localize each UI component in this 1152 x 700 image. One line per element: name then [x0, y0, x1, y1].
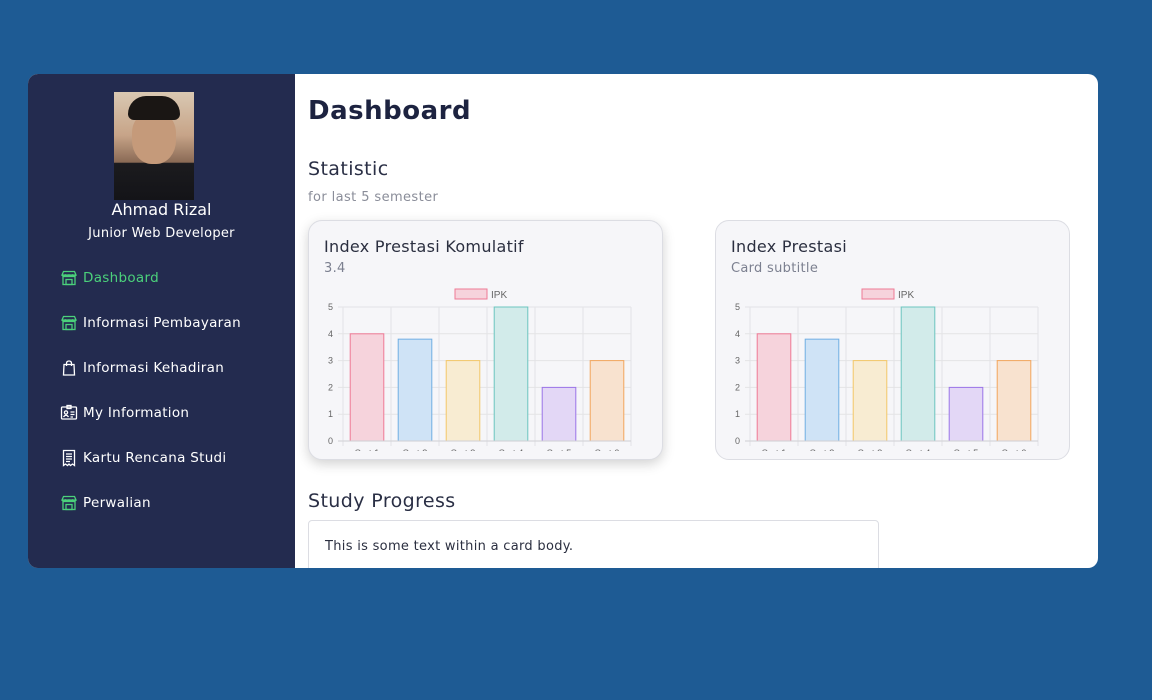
card-title: Index Prestasi — [731, 237, 847, 256]
store-icon — [60, 314, 78, 332]
id-card-icon — [60, 404, 78, 422]
x-tick-label: Smt 2 — [810, 448, 835, 451]
bar — [397, 338, 433, 442]
user-role: Junior Web Developer — [88, 226, 235, 241]
bar — [900, 306, 936, 442]
x-tick-label: Smt 4 — [499, 448, 524, 451]
ipk-bar-chart: IPK 0 1 2 3 4 5 Smt 1 Smt 2 Smt 3 Smt 4 Smt 5 Smt 6 — [328, 288, 632, 451]
y-tick-label: 3 — [328, 356, 333, 366]
main-content: Dashboard Statistic for last 5 semester … — [295, 74, 1098, 568]
y-tick-label: 5 — [735, 302, 740, 312]
card-subtitle: Card subtitle — [731, 261, 819, 276]
y-tick-label: 4 — [735, 329, 740, 339]
avatar — [114, 92, 194, 200]
y-tick-label: 0 — [735, 436, 740, 446]
ip-card: Index Prestasi Card subtitle IPK 0 1 2 3 4 5 Sm… — [715, 220, 1070, 460]
statistic-subtitle: for last 5 semester — [308, 190, 439, 205]
legend-swatch — [454, 288, 488, 300]
x-tick-label: Smt 1 — [762, 448, 787, 451]
sidebar-item-kartu-rencana-studi[interactable]: Kartu Rencana Studi — [60, 449, 226, 467]
y-tick-label: 5 — [328, 302, 333, 312]
bar — [948, 386, 984, 442]
bar — [852, 360, 888, 442]
sidebar-item-label: Informasi Kehadiran — [83, 360, 225, 376]
store-icon — [60, 269, 78, 287]
legend-label: IPK — [491, 290, 507, 301]
app-window: Ahmad Rizal Junior Web Developer Dashboa… — [28, 74, 1098, 568]
sidebar-item-label: Dashboard — [83, 270, 159, 286]
x-tick-label: Smt 3 — [451, 448, 476, 451]
y-tick-label: 1 — [328, 409, 333, 419]
x-tick-label: Smt 6 — [1002, 448, 1027, 451]
sidebar-item-dashboard[interactable]: Dashboard — [60, 269, 159, 287]
legend-label: IPK — [898, 290, 914, 301]
statistic-title: Statistic — [308, 158, 389, 180]
y-tick-label: 2 — [735, 382, 740, 392]
page-title: Dashboard — [308, 96, 472, 126]
ip-bar-chart: IPK 0 1 2 3 4 5 Smt 1 Smt 2 Smt 3 Smt 4 Smt 5 Smt 6 — [735, 288, 1039, 451]
sidebar-item-informasi-kehadiran[interactable]: Informasi Kehadiran — [60, 359, 224, 377]
sidebar: Ahmad Rizal Junior Web Developer Dashboa… — [28, 74, 295, 568]
bar — [756, 333, 792, 442]
legend-swatch — [861, 288, 895, 300]
y-tick-label: 4 — [328, 329, 333, 339]
bar — [349, 333, 385, 442]
x-tick-label: Smt 6 — [595, 448, 620, 451]
sidebar-item-label: Perwalian — [83, 495, 151, 511]
ipk-card: Index Prestasi Komulatif 3.4 IPK 0 1 2 3 4 5 Sm… — [308, 220, 663, 460]
user-name: Ahmad Rizal — [111, 200, 212, 219]
card-subtitle: 3.4 — [324, 261, 346, 276]
receipt-icon — [60, 449, 78, 467]
y-tick-label: 3 — [735, 356, 740, 366]
bar — [804, 338, 840, 442]
sidebar-item-label: Informasi Pembayaran — [83, 315, 241, 331]
card-title: Index Prestasi Komulatif — [324, 237, 524, 256]
sidebar-item-my-information[interactable]: My Information — [60, 404, 189, 422]
y-tick-label: 0 — [328, 436, 333, 446]
x-tick-label: Smt 2 — [403, 448, 428, 451]
bar — [996, 360, 1032, 442]
x-tick-label: Smt 4 — [906, 448, 931, 451]
card-body-text: This is some text within a card body. — [325, 539, 574, 554]
store-icon — [60, 494, 78, 512]
x-tick-label: Smt 3 — [858, 448, 883, 451]
x-tick-label: Smt 1 — [355, 448, 380, 451]
y-tick-label: 1 — [735, 409, 740, 419]
bar — [493, 306, 529, 442]
sidebar-item-label: Kartu Rencana Studi — [83, 450, 227, 466]
bar — [445, 360, 481, 442]
x-tick-label: Smt 5 — [954, 448, 979, 451]
x-tick-label: Smt 5 — [547, 448, 572, 451]
bar — [589, 360, 625, 442]
sidebar-item-label: My Information — [83, 405, 190, 421]
sidebar-item-informasi-pembayaran[interactable]: Informasi Pembayaran — [60, 314, 241, 332]
bar — [541, 386, 577, 442]
sidebar-item-perwalian[interactable]: Perwalian — [60, 494, 151, 512]
y-tick-label: 2 — [328, 382, 333, 392]
study-progress-title: Study Progress — [308, 490, 456, 512]
shopping-bag-icon — [60, 359, 78, 377]
study-progress-card: This is some text within a card body. — [308, 520, 879, 568]
